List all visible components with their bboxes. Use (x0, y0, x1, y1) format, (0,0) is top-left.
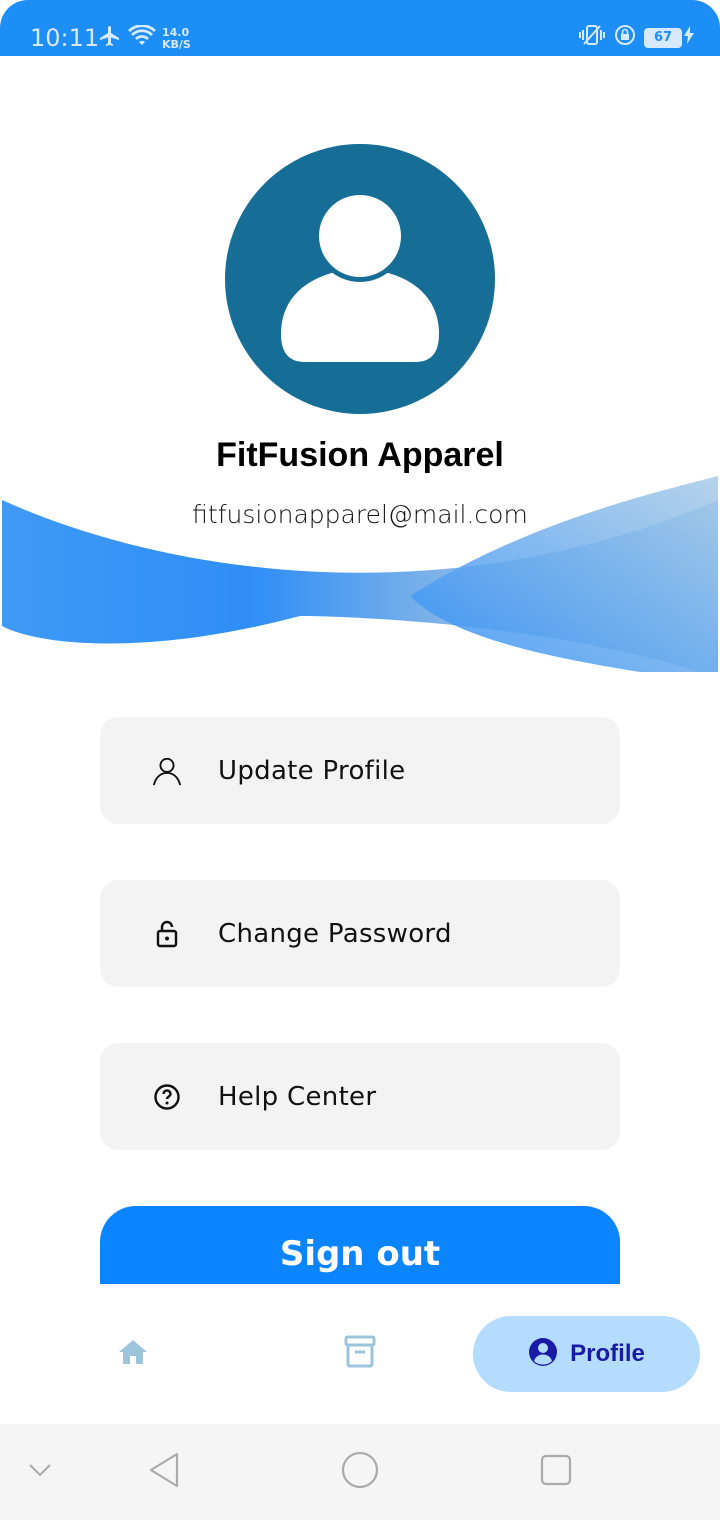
recents-square-icon (540, 1454, 572, 1491)
chevron-down-icon (28, 1463, 52, 1482)
battery-level: 67 (644, 27, 682, 48)
help-center-button[interactable]: Help Center (100, 1043, 620, 1150)
update-profile-button[interactable]: Update Profile (100, 717, 620, 824)
archive-box-icon (344, 1335, 376, 1374)
account-circle-icon (528, 1337, 558, 1372)
help-icon (152, 1082, 182, 1112)
status-left-icons: 14.0 KB/S (98, 24, 191, 53)
home-button[interactable] (336, 1448, 384, 1496)
profile-name: FitFusion Apparel (216, 436, 504, 474)
nav-profile-label: Profile (570, 1340, 645, 1367)
profile-header: FitFusion Apparel fitfusionapparel@mail.… (0, 56, 720, 676)
wifi-icon (128, 24, 156, 52)
recents-button[interactable] (532, 1448, 580, 1496)
change-password-button[interactable]: Change Password (100, 880, 620, 987)
speed-unit: KB/S (162, 37, 191, 51)
airplane-icon (98, 24, 122, 53)
bottom-navigation: Profile (0, 1300, 720, 1422)
change-password-label: Change Password (218, 918, 452, 949)
hide-keyboard-button[interactable] (16, 1448, 64, 1496)
lock-icon (152, 919, 182, 949)
nav-profile[interactable]: Profile (473, 1316, 700, 1392)
sign-out-button[interactable]: Sign out (100, 1206, 620, 1284)
status-right-icons: 67 (578, 24, 694, 51)
person-avatar-icon (281, 190, 439, 362)
nav-orders[interactable] (322, 1316, 398, 1392)
rotation-lock-icon (614, 24, 636, 51)
back-triangle-icon (147, 1451, 181, 1494)
status-time: 10:11 (30, 24, 100, 52)
back-button[interactable] (140, 1448, 188, 1496)
status-bar: 10:11 14.0 KB/S 67 (0, 0, 720, 56)
help-center-label: Help Center (218, 1081, 377, 1112)
battery-indicator: 67 (644, 26, 694, 49)
system-navigation-bar (0, 1424, 720, 1520)
update-profile-label: Update Profile (218, 755, 406, 786)
vibrate-icon (578, 24, 606, 51)
nav-home[interactable] (96, 1316, 170, 1392)
avatar (225, 144, 495, 414)
home-circle-icon (341, 1451, 379, 1494)
network-speed: 14.0 KB/S (162, 25, 191, 51)
home-icon (117, 1338, 149, 1371)
speed-value: 14.0 (162, 25, 190, 39)
profile-email: fitfusionapparel@mail.com (192, 500, 528, 529)
person-icon (152, 756, 182, 786)
charging-icon (684, 26, 694, 49)
